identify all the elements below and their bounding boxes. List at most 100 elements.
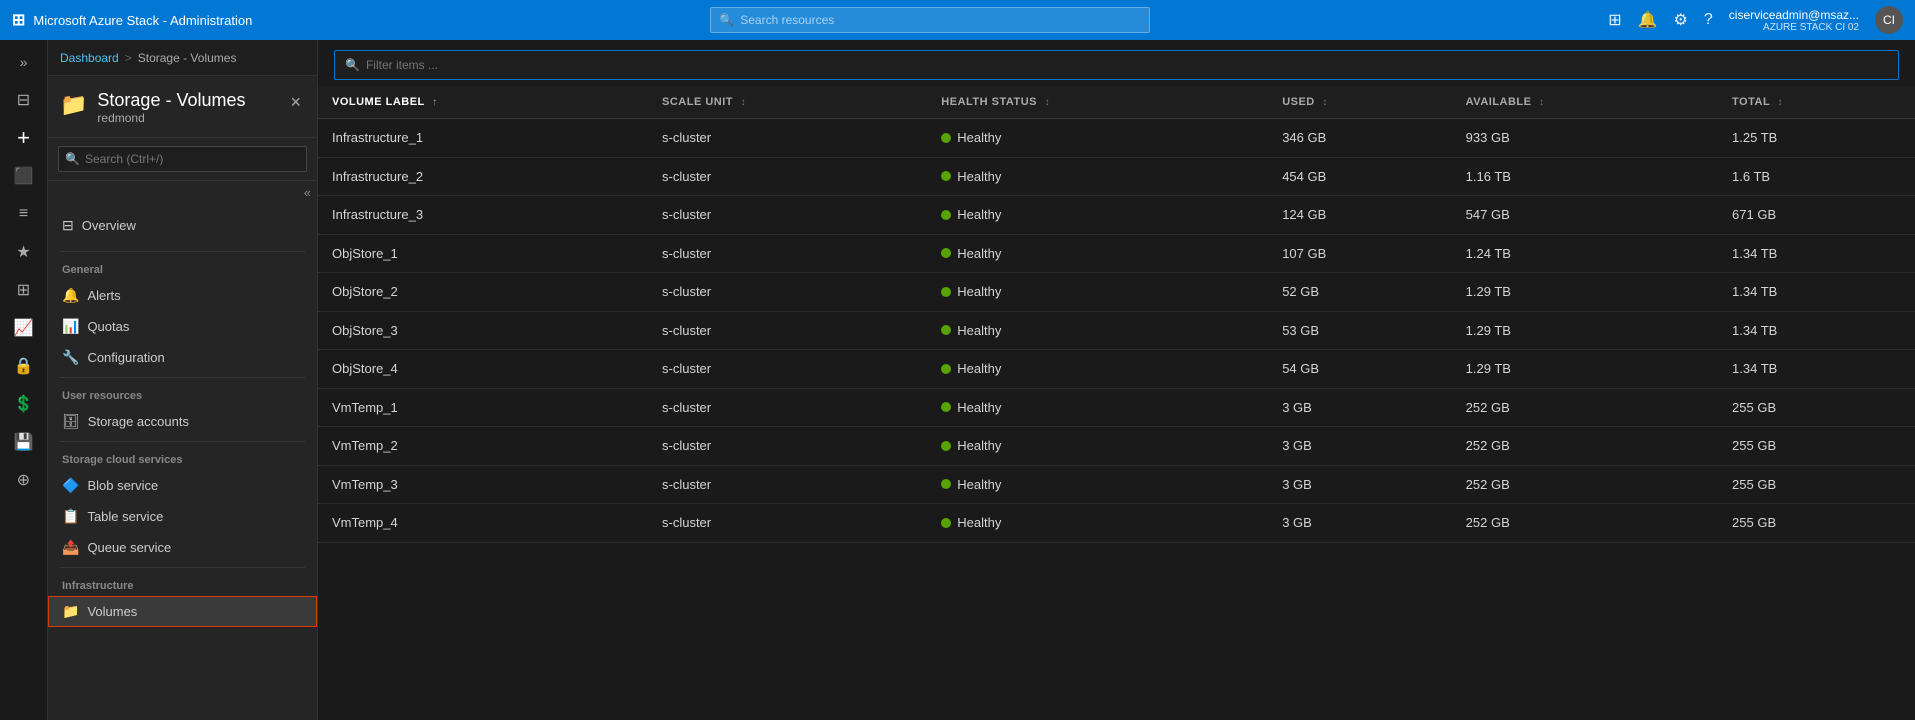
table-row[interactable]: ObjStore_2s-clusterHealthy52 GB1.29 TB1.… (318, 273, 1915, 312)
col-scale-unit[interactable]: SCALE UNIT ↕ (648, 86, 927, 119)
col-used[interactable]: USED ↕ (1268, 86, 1451, 119)
cell-volume-label: ObjStore_1 (318, 234, 648, 273)
cell-volume-label: ObjStore_3 (318, 311, 648, 350)
health-dot (941, 479, 951, 489)
nav-item-queue-service[interactable]: 📤 Queue service (48, 532, 317, 563)
table-row[interactable]: VmTemp_3s-clusterHealthy3 GB252 GB255 GB (318, 465, 1915, 504)
nav-icon-monitor[interactable]: 📈 (4, 310, 44, 346)
close-button[interactable]: × (286, 90, 305, 115)
table-row[interactable]: VmTemp_4s-clusterHealthy3 GB252 GB255 GB (318, 504, 1915, 543)
nav-section-cloud-services-label: Storage cloud services (48, 446, 317, 470)
nav-label-volumes: Volumes (87, 604, 137, 619)
help-icon[interactable]: ? (1704, 11, 1713, 29)
col-total[interactable]: TOTAL ↕ (1718, 86, 1915, 119)
health-label: Healthy (957, 400, 1001, 415)
table-row[interactable]: Infrastructure_1s-clusterHealthy346 GB93… (318, 119, 1915, 158)
nav-icon-storage[interactable]: 💾 (4, 424, 44, 460)
cell-used: 124 GB (1268, 196, 1451, 235)
nav-icon-cost[interactable]: 💲 (4, 386, 44, 422)
nav-icon-home[interactable]: ⊟ (4, 82, 44, 118)
table-row[interactable]: ObjStore_4s-clusterHealthy54 GB1.29 TB1.… (318, 350, 1915, 389)
portal-icon[interactable]: ⊞ (1608, 10, 1621, 30)
nav-icon-extensions[interactable]: ⊕ (4, 462, 44, 498)
nav-section-general-label: General (48, 256, 317, 280)
breadcrumb-dashboard[interactable]: Dashboard (60, 51, 119, 65)
nav-search-wrap: 🔍 (58, 146, 307, 172)
topbar: ⊞ Microsoft Azure Stack - Administration… (0, 0, 1915, 40)
volumes-table: VOLUME LABEL ↑ SCALE UNIT ↕ HEALTH STATU… (318, 86, 1915, 543)
panel-title-block: Storage - Volumes redmond (97, 90, 245, 125)
panel-title: Storage - Volumes (97, 90, 245, 111)
nav-icon-dashboard[interactable]: ⬛ (4, 158, 44, 194)
nav-item-quotas[interactable]: 📊 Quotas (48, 311, 317, 342)
cell-total: 671 GB (1718, 196, 1915, 235)
table-row[interactable]: Infrastructure_2s-clusterHealthy454 GB1.… (318, 157, 1915, 196)
global-search-box[interactable]: 🔍 Search resources (710, 7, 1150, 33)
table-body: Infrastructure_1s-clusterHealthy346 GB93… (318, 119, 1915, 543)
health-dot (941, 325, 951, 335)
cell-volume-label: ObjStore_2 (318, 273, 648, 312)
table-row[interactable]: VmTemp_1s-clusterHealthy3 GB252 GB255 GB (318, 388, 1915, 427)
table-row[interactable]: ObjStore_3s-clusterHealthy53 GB1.29 TB1.… (318, 311, 1915, 350)
nav-search-input[interactable] (58, 146, 307, 172)
ms-logo: ⊞ (12, 10, 25, 30)
search-placeholder: Search resources (740, 13, 834, 27)
overview-icon: ⊟ (62, 217, 74, 234)
cell-scale-unit: s-cluster (648, 311, 927, 350)
cell-health-status: Healthy (927, 157, 1268, 196)
col-available-text: AVAILABLE (1466, 96, 1532, 108)
nav-item-volumes[interactable]: 📁 Volumes (48, 596, 317, 627)
nav-icon-all-resources[interactable]: ≡ (4, 196, 44, 232)
col-health-text: HEALTH STATUS (941, 96, 1037, 108)
cell-volume-label: Infrastructure_2 (318, 157, 648, 196)
cell-total: 1.6 TB (1718, 157, 1915, 196)
table-row[interactable]: Infrastructure_3s-clusterHealthy124 GB54… (318, 196, 1915, 235)
nav-icon-create[interactable]: + (4, 120, 44, 156)
nav-item-storage-accounts[interactable]: 🗄 Storage accounts (48, 406, 317, 437)
cell-health-status: Healthy (927, 350, 1268, 389)
avatar[interactable]: CI (1875, 6, 1903, 34)
table-row[interactable]: ObjStore_1s-clusterHealthy107 GB1.24 TB1… (318, 234, 1915, 273)
health-label: Healthy (957, 284, 1001, 299)
col-health-status[interactable]: HEALTH STATUS ↕ (927, 86, 1268, 119)
topbar-right-area: ⊞ 🔔 ⚙ ? ciserviceadmin@msaz... AZURE STA… (1608, 6, 1903, 34)
nav-icon-security[interactable]: 🔒 (4, 348, 44, 384)
bell-icon[interactable]: 🔔 (1638, 10, 1658, 30)
cell-total: 1.34 TB (1718, 273, 1915, 312)
cell-total: 1.25 TB (1718, 119, 1915, 158)
cell-available: 252 GB (1452, 504, 1718, 543)
cell-scale-unit: s-cluster (648, 273, 927, 312)
cell-volume-label: VmTemp_2 (318, 427, 648, 466)
nav-icon-favorites[interactable]: ★ (4, 234, 44, 270)
health-label: Healthy (957, 130, 1001, 145)
cell-health-status: Healthy (927, 427, 1268, 466)
health-dot (941, 518, 951, 528)
cell-health-status: Healthy (927, 273, 1268, 312)
expand-sidebar-button[interactable]: » (4, 44, 44, 80)
storage-accounts-icon: 🗄 (62, 413, 80, 430)
cell-available: 1.16 TB (1452, 157, 1718, 196)
table-row[interactable]: VmTemp_2s-clusterHealthy3 GB252 GB255 GB (318, 427, 1915, 466)
collapse-button[interactable]: « (48, 181, 317, 204)
col-volume-label[interactable]: VOLUME LABEL ↑ (318, 86, 648, 119)
health-dot (941, 171, 951, 181)
col-scale-unit-text: SCALE UNIT (662, 96, 733, 108)
cell-available: 1.29 TB (1452, 273, 1718, 312)
settings-icon[interactable]: ⚙ (1674, 10, 1688, 30)
col-available[interactable]: AVAILABLE ↕ (1452, 86, 1718, 119)
nav-item-overview[interactable]: ⊟ Overview (48, 210, 317, 241)
health-label: Healthy (957, 207, 1001, 222)
nav-item-alerts[interactable]: 🔔 Alerts (48, 280, 317, 311)
nav-item-table-service[interactable]: 📋 Table service (48, 501, 317, 532)
health-label: Healthy (957, 246, 1001, 261)
nav-section-main: ⊟ Overview (48, 204, 317, 247)
topbar-search-area: 🔍 Search resources (252, 7, 1608, 33)
cell-scale-unit: s-cluster (648, 196, 927, 235)
cell-available: 252 GB (1452, 465, 1718, 504)
nav-icon-grid[interactable]: ⊞ (4, 272, 44, 308)
nav-item-blob-service[interactable]: 🔷 Blob service (48, 470, 317, 501)
sort-icon-available: ↕ (1539, 97, 1545, 108)
nav-divider-3 (60, 441, 305, 442)
filter-input[interactable] (366, 58, 1888, 72)
nav-item-configuration[interactable]: 🔧 Configuration (48, 342, 317, 373)
